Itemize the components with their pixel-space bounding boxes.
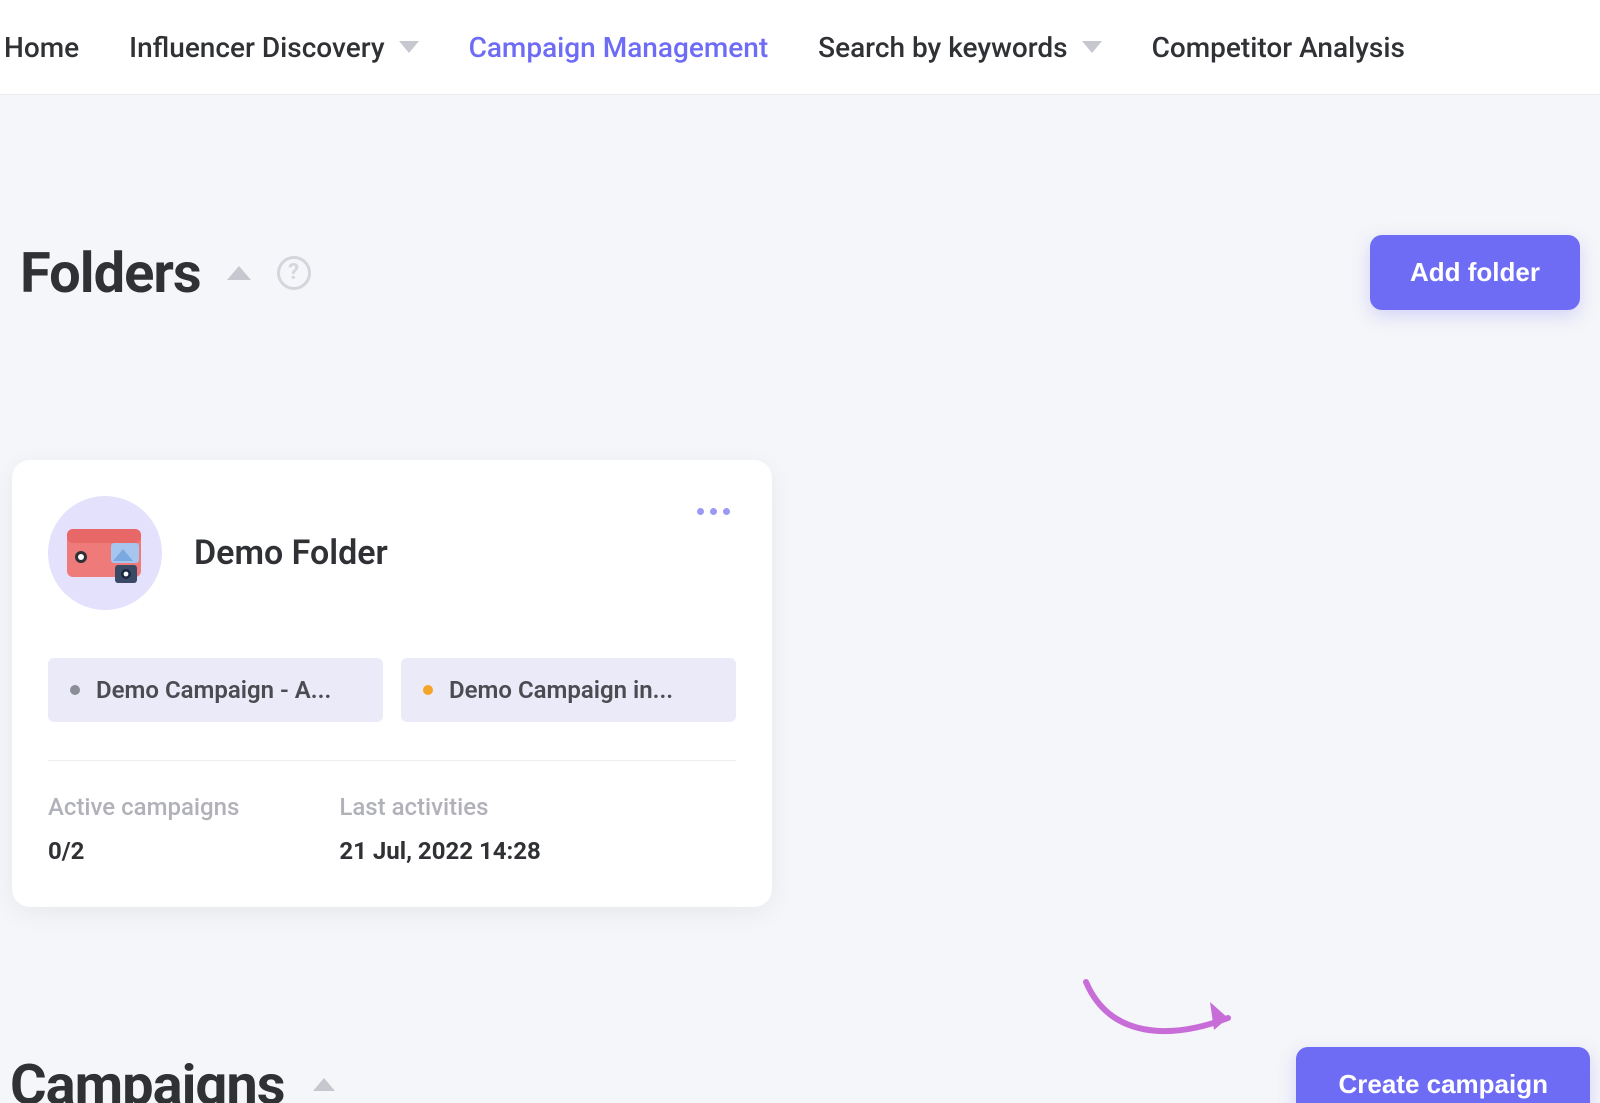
nav-label: Influencer Discovery	[129, 31, 384, 64]
nav-label: Competitor Analysis	[1152, 31, 1405, 64]
nav-label: Search by keywords	[818, 31, 1067, 64]
campaigns-section: Campaigns Create campaign	[0, 1047, 1600, 1103]
nav-campaign-management[interactable]: Campaign Management	[469, 31, 769, 64]
status-dot-icon	[423, 685, 433, 695]
chevron-down-icon	[1082, 41, 1102, 53]
top-nav: Home Influencer Discovery Campaign Manag…	[0, 0, 1600, 95]
stat-label: Last activities	[339, 793, 540, 821]
folder-avatar-icon	[48, 496, 162, 610]
chip-label: Demo Campaign - A...	[96, 676, 331, 704]
stat-label: Active campaigns	[48, 793, 239, 821]
nav-competitor-analysis[interactable]: Competitor Analysis	[1152, 31, 1405, 64]
chevron-down-icon	[399, 41, 419, 53]
help-icon[interactable]: ?	[277, 256, 311, 290]
divider	[48, 760, 736, 761]
nav-home[interactable]: Home	[4, 31, 79, 64]
campaigns-heading: Campaigns	[10, 1052, 285, 1103]
stat-value: 0/2	[48, 837, 239, 865]
nav-label: Home	[4, 31, 79, 64]
collapse-folders-icon[interactable]	[227, 266, 251, 280]
stat-active-campaigns: Active campaigns 0/2	[48, 793, 239, 865]
add-folder-button[interactable]: Add folder	[1370, 235, 1580, 310]
folders-section: Folders ? Add folder	[0, 95, 1600, 907]
stat-last-activities: Last activities 21 Jul, 2022 14:28	[339, 793, 540, 865]
collapse-campaigns-icon[interactable]	[313, 1078, 335, 1091]
folders-heading: Folders	[20, 240, 201, 306]
campaign-chip[interactable]: Demo Campaign in...	[401, 658, 736, 722]
create-campaign-button[interactable]: Create campaign	[1296, 1047, 1590, 1103]
stat-value: 21 Jul, 2022 14:28	[339, 837, 540, 865]
chip-label: Demo Campaign in...	[449, 676, 673, 704]
annotation-arrow-icon	[1080, 968, 1260, 1058]
status-dot-icon	[70, 685, 80, 695]
nav-label: Campaign Management	[469, 31, 769, 64]
folder-card[interactable]: Demo Folder Demo Campaign - A... Demo Ca…	[12, 460, 772, 907]
nav-influencer-discovery[interactable]: Influencer Discovery	[129, 31, 418, 64]
folder-more-icon[interactable]	[691, 502, 736, 521]
campaign-chip[interactable]: Demo Campaign - A...	[48, 658, 383, 722]
folder-title: Demo Folder	[194, 533, 388, 573]
nav-search-keywords[interactable]: Search by keywords	[818, 31, 1101, 64]
